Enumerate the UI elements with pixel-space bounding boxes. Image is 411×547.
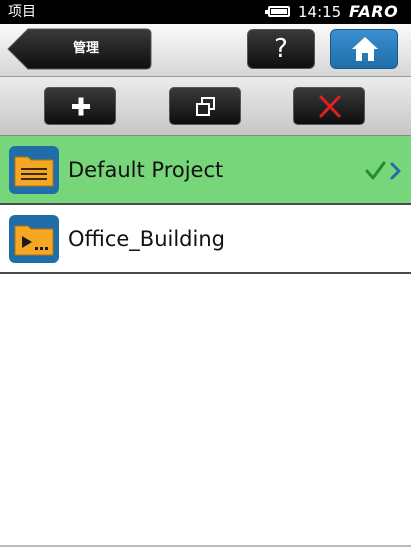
home-button[interactable] xyxy=(330,29,398,69)
project-list: Default Project Office_Building xyxy=(0,136,411,274)
plus-icon xyxy=(72,97,90,116)
project-item-default[interactable]: Default Project xyxy=(0,136,411,205)
status-bar: 项目 14:15 FARO xyxy=(0,0,411,24)
home-icon xyxy=(352,37,378,61)
copy-project-button[interactable] xyxy=(169,87,241,125)
back-button-label: 管理 xyxy=(72,41,99,56)
status-time: 14:15 xyxy=(298,3,342,21)
project-name: Default Project xyxy=(68,158,224,182)
copy-icon xyxy=(196,97,215,116)
project-item-office[interactable]: Office_Building xyxy=(0,205,411,274)
folder-scan-icon xyxy=(9,215,59,263)
nav-bar: 管理 ? xyxy=(0,24,411,77)
active-check-icon xyxy=(365,161,401,180)
delete-project-button[interactable] xyxy=(293,87,365,125)
back-button[interactable]: 管理 xyxy=(6,28,152,70)
folder-list-icon xyxy=(9,146,59,194)
status-title: 项目 xyxy=(8,4,36,20)
add-project-button[interactable] xyxy=(44,87,116,125)
brand-logo: FARO xyxy=(349,2,399,21)
project-name: Office_Building xyxy=(68,227,225,251)
help-button-label: ? xyxy=(274,34,288,64)
toolbar xyxy=(0,77,411,136)
help-button[interactable]: ? xyxy=(247,29,315,69)
battery-icon xyxy=(265,6,290,17)
delete-x-icon xyxy=(319,95,341,118)
